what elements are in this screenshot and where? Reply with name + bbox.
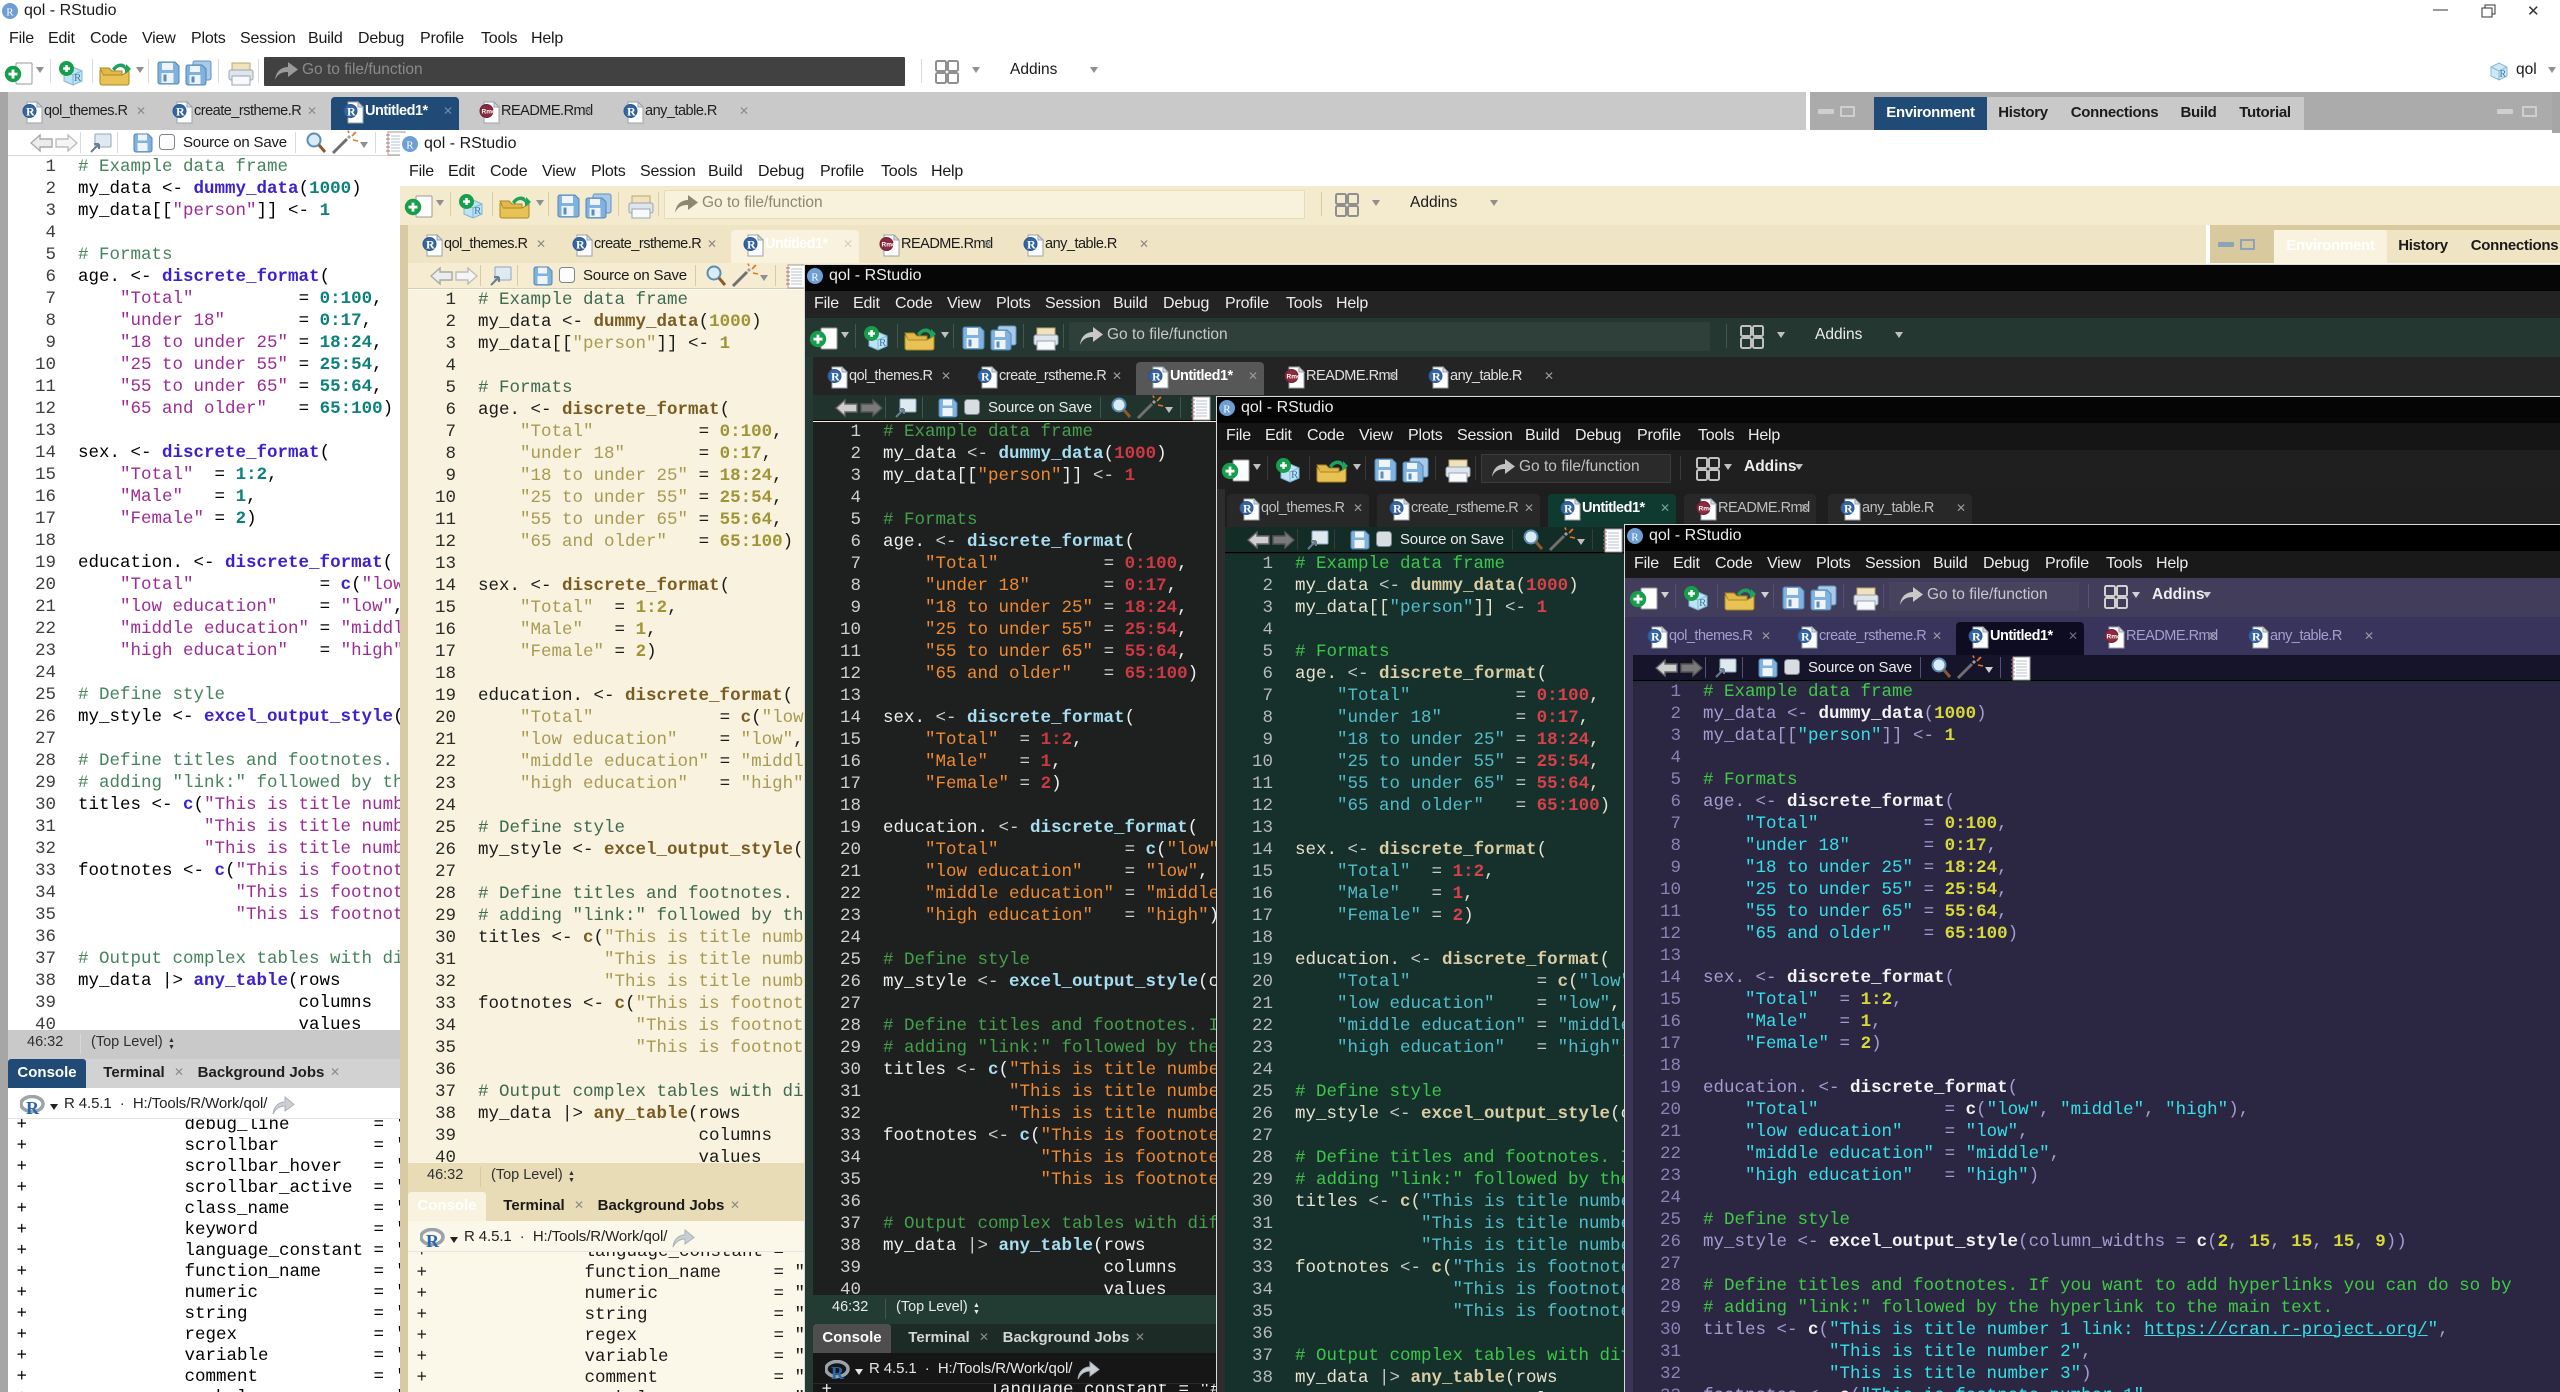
svg-text:R: R (1223, 404, 1231, 416)
svg-text:R: R (1027, 237, 1036, 251)
svg-text:R: R (347, 104, 356, 118)
svg-text:R: R (1291, 469, 1299, 481)
svg-text:R: R (26, 1098, 40, 1117)
svg-text:Rmd: Rmd (482, 108, 496, 115)
svg-text:R: R (426, 237, 435, 251)
svg-text:R: R (1564, 501, 1573, 515)
svg-text:R: R (879, 337, 887, 349)
svg-text:R: R (426, 1231, 440, 1250)
svg-text:Rmd: Rmd (1287, 373, 1301, 380)
svg-text:R: R (627, 104, 636, 118)
svg-text:R: R (2252, 629, 2261, 643)
svg-text:R: R (1801, 629, 1810, 643)
svg-text:R: R (1243, 501, 1252, 515)
svg-text:R: R (831, 369, 840, 383)
svg-text:R: R (1651, 629, 1660, 643)
svg-text:R: R (576, 237, 585, 251)
svg-text:R: R (1152, 369, 1161, 383)
svg-text:R: R (811, 272, 819, 284)
svg-text:R: R (747, 237, 756, 251)
svg-text:Rmd: Rmd (1699, 505, 1713, 512)
svg-text:R: R (1844, 501, 1853, 515)
svg-text:R: R (474, 205, 482, 217)
svg-text:R: R (176, 104, 185, 118)
svg-text:R: R (1432, 369, 1441, 383)
svg-text:R: R (1631, 532, 1639, 544)
svg-text:R: R (1393, 501, 1402, 515)
svg-text:R: R (6, 7, 14, 19)
svg-text:R: R (981, 369, 990, 383)
svg-text:R: R (831, 1363, 845, 1382)
svg-text:R: R (1972, 629, 1981, 643)
svg-text:R: R (26, 104, 35, 118)
svg-text:R: R (74, 72, 82, 84)
svg-text:R: R (406, 140, 414, 152)
svg-text:R: R (1699, 597, 1707, 609)
svg-text:Rmd: Rmd (2107, 633, 2121, 640)
svg-text:R: R (2500, 69, 2507, 80)
svg-text:Rmd: Rmd (882, 241, 896, 248)
